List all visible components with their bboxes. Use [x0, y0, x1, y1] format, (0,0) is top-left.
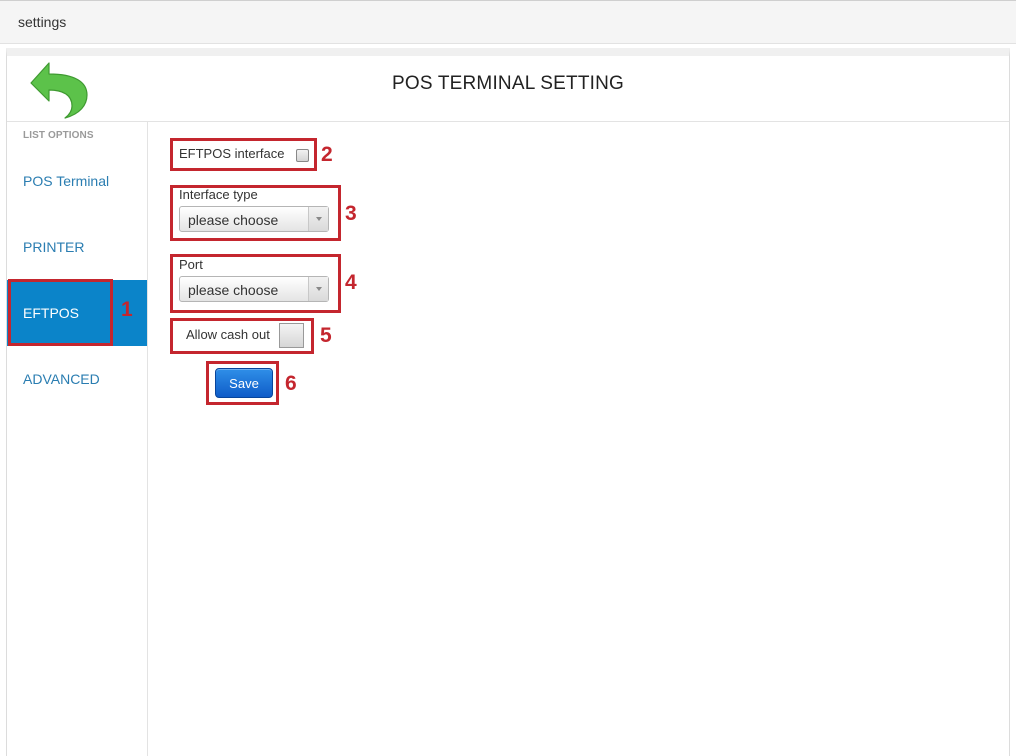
- annotation-number-4: 4: [345, 271, 357, 294]
- port-label: Port: [179, 257, 203, 272]
- annotation-number-6: 6: [285, 372, 297, 395]
- sidebar-item-label: POS Terminal: [23, 173, 110, 189]
- sidebar-item-label: ADVANCED: [23, 371, 100, 387]
- sidebar-item-printer[interactable]: PRINTER: [7, 214, 147, 280]
- port-value: please choose: [188, 282, 279, 298]
- sidebar-item-pos-terminal[interactable]: POS Terminal: [7, 148, 147, 214]
- chevron-down-icon: [308, 277, 328, 301]
- interface-type-label: Interface type: [179, 187, 258, 202]
- save-button[interactable]: Save: [215, 368, 273, 398]
- window-title-bar: settings: [0, 0, 1016, 44]
- annotation-number-3: 3: [345, 202, 357, 225]
- allow-cash-out-label: Allow cash out: [186, 327, 270, 342]
- interface-type-value: please choose: [188, 212, 279, 228]
- window-title: settings: [18, 14, 67, 30]
- interface-type-select[interactable]: please choose: [179, 206, 329, 232]
- port-select[interactable]: please choose: [179, 276, 329, 302]
- annotation-number-2: 2: [321, 143, 333, 166]
- allow-cash-out-checkbox[interactable]: [279, 323, 304, 348]
- sidebar-item-label: EFTPOS: [23, 305, 80, 321]
- annotation-number-5: 5: [320, 324, 332, 347]
- settings-panel: POS TERMINAL SETTING LIST OPTIONS POS Te…: [6, 48, 1010, 756]
- page-title: POS TERMINAL SETTING: [391, 73, 625, 94]
- panel-header: POS TERMINAL SETTING: [7, 56, 1009, 122]
- chevron-down-icon: [308, 207, 328, 231]
- eftpos-interface-checkbox[interactable]: [296, 149, 309, 162]
- sidebar: LIST OPTIONS POS Terminal PRINTER EFTPOS…: [7, 122, 148, 756]
- sidebar-item-label: PRINTER: [23, 239, 85, 255]
- sidebar-item-advanced[interactable]: ADVANCED: [7, 346, 147, 412]
- sidebar-heading: LIST OPTIONS: [23, 130, 94, 141]
- annotation-number-1: 1: [121, 298, 133, 321]
- eftpos-interface-label: EFTPOS interface: [179, 146, 285, 161]
